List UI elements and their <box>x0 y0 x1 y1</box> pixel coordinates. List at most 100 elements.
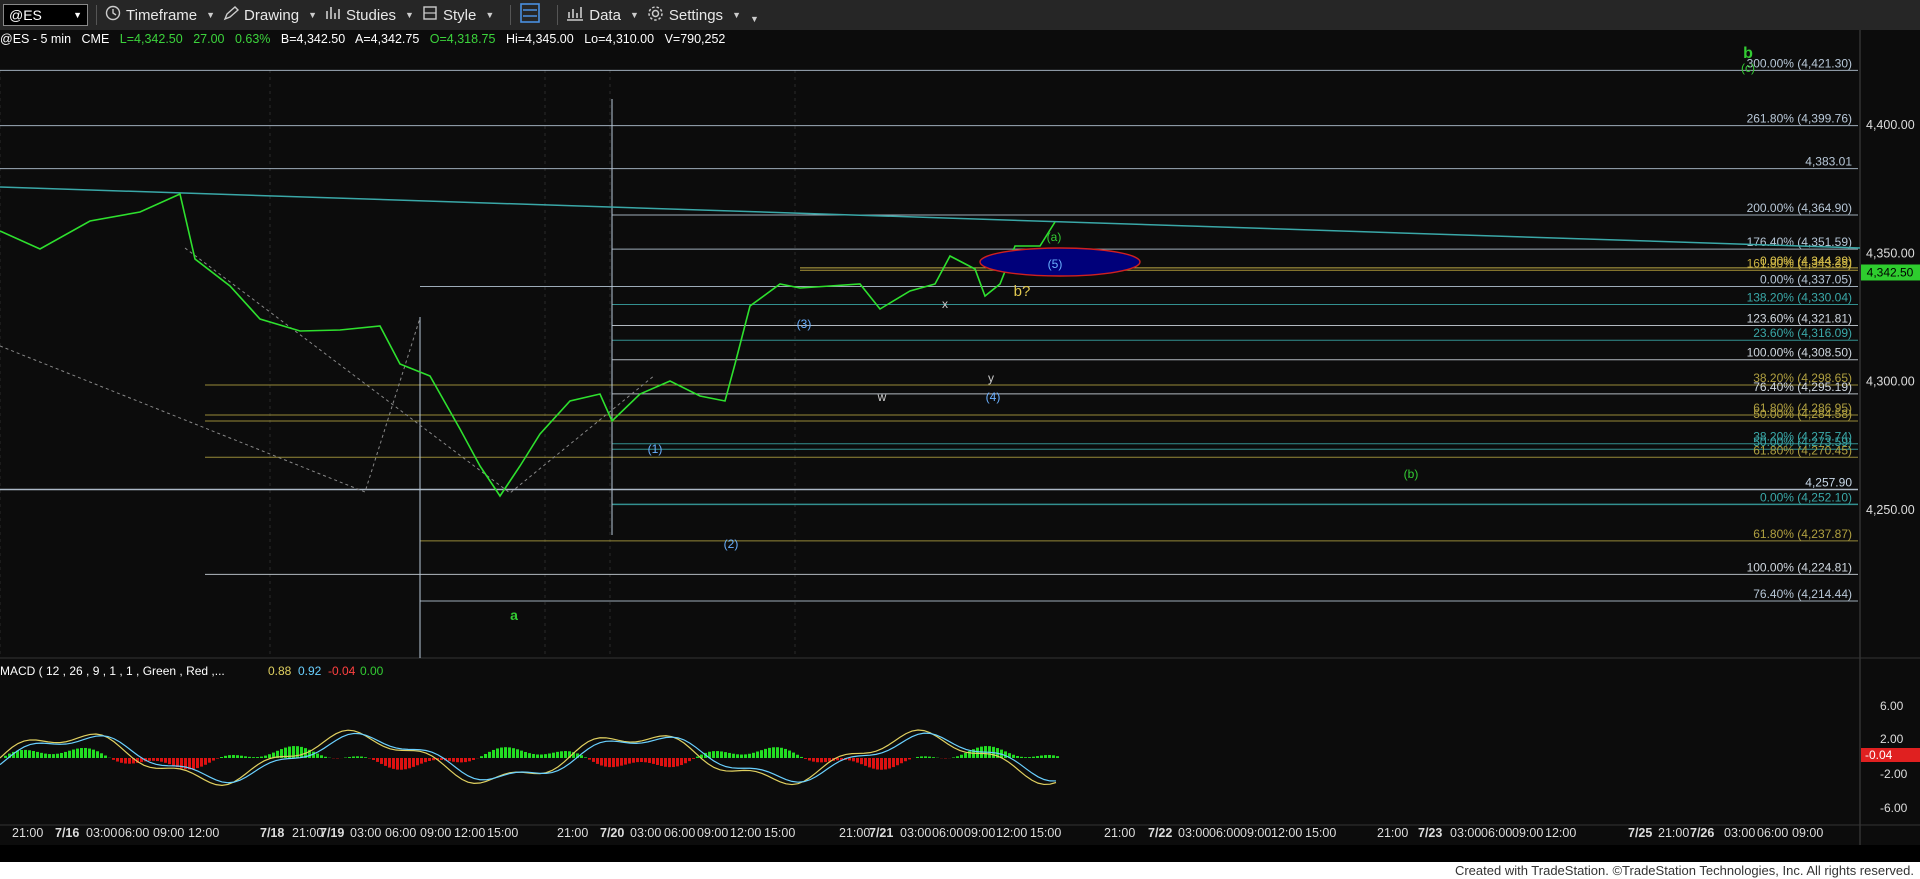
chart-area[interactable]: 300.00% (4,421.30) 261.80% (4,399.76) 4,38… <box>0 30 1920 845</box>
trendline <box>0 186 1861 249</box>
macd-histogram-bar <box>48 754 51 758</box>
macd-histogram-bar <box>156 758 159 762</box>
macd-histogram-bar <box>616 758 619 767</box>
caret-icon: ▼ <box>308 10 317 20</box>
timeframe-button[interactable]: Timeframe ▼ <box>105 5 215 25</box>
macd-histogram-bar <box>260 756 263 758</box>
time-axis-label: 7/19 <box>320 826 344 840</box>
time-axis-label: 03:00 <box>630 826 661 840</box>
macd-histogram-bar <box>724 752 727 758</box>
macd-histogram-bar <box>88 748 91 758</box>
data-label: Data <box>589 6 621 24</box>
settings-label: Settings <box>668 6 724 24</box>
time-axis-label: 7/26 <box>1690 826 1714 840</box>
caret-icon: ▼ <box>485 10 495 20</box>
open-price: O=4,318.75 <box>429 32 496 46</box>
macd-histogram-bar <box>520 750 523 758</box>
time-axis-label: 21:00 <box>292 826 323 840</box>
macd-histogram-bar <box>244 756 247 758</box>
macd-histogram-bar <box>636 758 639 763</box>
macd-histogram-bar <box>120 758 123 763</box>
macd-histogram-bar <box>464 758 467 763</box>
macd-histogram-bar <box>876 758 879 770</box>
time-axis-label: 21:00 <box>1658 826 1689 840</box>
fib-level-label: 76.40% (4,214.44) <box>1753 587 1852 601</box>
time-axis-label: 06:00 <box>385 826 416 840</box>
macd-histogram-bar <box>916 756 919 758</box>
macd-histogram-bar <box>396 758 399 770</box>
macd-histogram-bar <box>928 756 931 758</box>
macd-histogram-bar <box>960 754 963 758</box>
macd-histogram-bar <box>248 756 251 758</box>
macd-histogram-bar <box>868 758 871 768</box>
time-axis-label: 09:00 <box>1240 826 1271 840</box>
symbol-value: @ES <box>9 7 42 23</box>
fib-level-label: 200.00% (4,364.90) <box>1747 201 1852 215</box>
layout-icon <box>519 2 541 28</box>
macd-value: -0.04 <box>328 664 356 678</box>
macd-histogram-bar <box>256 757 259 758</box>
macd-histogram-bar <box>608 758 611 768</box>
macd-histogram-bar <box>44 753 47 758</box>
fib-level-label: 61.80% (4,237.87) <box>1753 527 1852 541</box>
data-button[interactable]: Data ▼ <box>566 5 639 25</box>
symbol-selector[interactable]: @ES ▼ <box>3 4 88 26</box>
macd-histogram-bar <box>124 758 127 764</box>
macd-histogram-bar <box>264 755 267 758</box>
macd-histogram-bar <box>216 758 219 759</box>
macd-histogram-bar <box>664 758 667 767</box>
macd-histogram-bar <box>24 749 27 758</box>
macd-histogram-bar <box>560 751 563 758</box>
layout-button[interactable] <box>519 2 541 28</box>
macd-histogram-bar <box>888 758 891 769</box>
macd-histogram-bar <box>236 755 239 758</box>
macd-histogram-bar <box>816 758 819 763</box>
style-icon <box>422 5 438 25</box>
style-button[interactable]: Style ▼ <box>422 5 494 25</box>
macd-histogram-bar <box>1052 755 1055 758</box>
settings-button[interactable]: Settings ▼ ▼ <box>647 5 759 26</box>
time-axis-label: 06:00 <box>1481 826 1512 840</box>
time-axis-label: 21:00 <box>12 826 43 840</box>
macd-histogram-bar <box>772 747 775 758</box>
macd-histogram-bar <box>448 758 451 762</box>
pencil-icon <box>223 5 240 25</box>
macd-histogram-bar <box>452 758 455 762</box>
macd-histogram-bar <box>776 747 779 758</box>
price-axis-tick: 4,400.00 <box>1866 118 1915 132</box>
macd-histogram-bar <box>96 751 99 758</box>
wave-label: (2) <box>724 537 739 551</box>
macd-histogram-bar <box>40 752 43 758</box>
macd-histogram-bar <box>644 758 647 763</box>
macd-histogram-bar <box>504 747 507 758</box>
overflow-arrow-icon[interactable]: ▼ <box>750 14 759 24</box>
time-axis-label: 03:00 <box>350 826 381 840</box>
macd-histogram-bar <box>680 758 683 766</box>
macd-histogram-bar <box>420 758 423 764</box>
price-axis-tick: 4,250.00 <box>1866 503 1915 517</box>
macd-histogram-bar <box>884 758 887 770</box>
wave-label: (5) <box>1048 257 1063 271</box>
wave-label: (a) <box>1047 230 1062 244</box>
macd-histogram-bar <box>716 751 719 758</box>
macd-histogram-bar <box>732 753 735 758</box>
macd-histogram-bar <box>424 758 427 763</box>
macd-histogram-bar <box>784 748 787 758</box>
macd-histogram-bar <box>748 753 751 758</box>
macd-value: 0.92 <box>298 664 322 678</box>
macd-histogram-bar <box>1048 754 1051 758</box>
time-axis-label: 21:00 <box>1377 826 1408 840</box>
price-chart[interactable]: 300.00% (4,421.30) 261.80% (4,399.76) 4,38… <box>0 30 1920 845</box>
fib-level-label: 23.60% (4,316.09) <box>1753 326 1852 340</box>
macd-histogram-bar <box>812 758 815 762</box>
wave-label: a <box>510 607 518 623</box>
drawing-button[interactable]: Drawing ▼ <box>223 5 317 25</box>
macd-histogram-bar <box>1028 757 1031 758</box>
footer: Created with TradeStation. ©TradeStation… <box>0 862 1920 879</box>
macd-histogram-bar <box>752 752 755 758</box>
studies-button[interactable]: Studies ▼ <box>325 5 414 25</box>
macd-histogram-bar <box>952 757 955 758</box>
macd-histogram-bar <box>532 754 535 758</box>
macd-histogram-bar <box>676 758 679 767</box>
macd-histogram-bar <box>536 754 539 758</box>
